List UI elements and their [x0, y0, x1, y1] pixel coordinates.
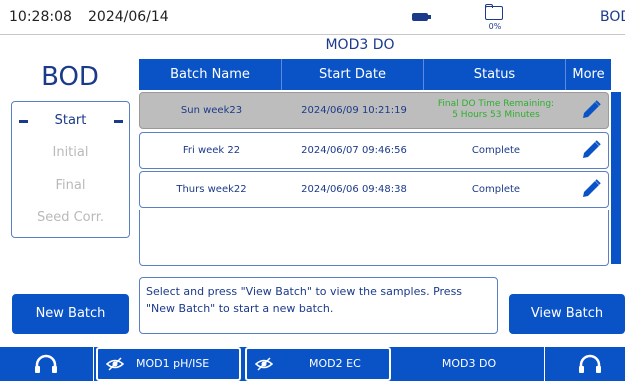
view-batch-button[interactable]: View Batch	[509, 294, 625, 334]
page-title: BOD	[41, 62, 99, 92]
tab-mod2-label: MOD2 EC	[309, 357, 361, 370]
table-row[interactable]: Sun week23 2024/06/09 10:21:19 Final DO …	[139, 92, 609, 129]
scrollbar[interactable]	[611, 92, 621, 264]
eye-hidden-icon	[255, 357, 273, 371]
step-start[interactable]: Start	[12, 110, 129, 132]
headset-right-button[interactable]	[547, 347, 625, 381]
cell-batch-name: Fri week 22	[182, 145, 241, 156]
column-header-status[interactable]: Status	[424, 59, 566, 90]
more-cell[interactable]	[567, 93, 610, 128]
nav-separator	[544, 347, 545, 381]
battery-tip	[428, 15, 431, 19]
pencil-icon[interactable]	[580, 139, 602, 161]
step-seed-corr: Seed Corr.	[36, 210, 105, 225]
clock-time: 10:28:08	[9, 9, 72, 25]
more-cell[interactable]	[567, 172, 610, 207]
headset-icon	[35, 354, 57, 373]
battery-icon	[412, 13, 428, 21]
column-header-batch-name[interactable]: Batch Name	[139, 59, 282, 90]
pencil-icon[interactable]	[580, 178, 602, 200]
cell-status: Complete	[471, 184, 521, 195]
eye-hidden-icon	[106, 357, 124, 371]
cell-start-date: 2024/06/06 09:48:38	[301, 184, 407, 195]
headset-left-button[interactable]	[0, 347, 92, 381]
app-name: BOD	[600, 9, 625, 25]
cell-start-date: 2024/06/09 10:21:19	[301, 105, 407, 116]
status-line-2: 5 Hours 53 Minutes	[452, 110, 540, 120]
module-title: MOD3 DO	[325, 37, 395, 53]
storage-percent: 0%	[488, 22, 502, 31]
cell-status: Complete	[471, 145, 521, 156]
steps-panel: Start Initial Final Seed Corr.	[11, 101, 130, 238]
nav-separator	[93, 347, 94, 381]
clock-date: 2024/06/14	[88, 9, 169, 25]
headset-icon	[579, 354, 601, 373]
tab-mod2[interactable]: MOD2 EC	[245, 347, 391, 381]
step-start-label: Start	[54, 113, 87, 128]
folder-icon[interactable]	[485, 6, 503, 20]
table-header: Batch Name Start Date Status More	[139, 59, 611, 90]
cell-batch-name: Thurs week22	[176, 184, 247, 195]
column-header-more: More	[572, 67, 605, 82]
new-batch-button[interactable]: New Batch	[12, 294, 129, 334]
dash-icon	[19, 120, 28, 123]
cell-status: Final DO Time Remaining: 5 Hours 53 Minu…	[425, 93, 567, 128]
bottom-nav: MOD1 pH/ISE MOD2 EC MOD3 DO	[0, 347, 625, 381]
dash-icon	[114, 120, 123, 123]
instruction-message: Select and press "View Batch" to view th…	[139, 277, 498, 334]
step-final: Final	[55, 178, 86, 193]
more-cell[interactable]	[567, 133, 610, 168]
tab-mod1-label: MOD1 pH/ISE	[136, 357, 210, 370]
cell-start-date: 2024/06/07 09:46:56	[301, 145, 407, 156]
step-initial: Initial	[52, 145, 89, 160]
table-row[interactable]: Thurs week22 2024/06/06 09:48:38 Complet…	[139, 171, 609, 208]
status-line-1: Final DO Time Remaining:	[437, 99, 555, 109]
cell-batch-name: Sun week23	[180, 105, 243, 116]
tab-mod1[interactable]: MOD1 pH/ISE	[96, 347, 241, 381]
tab-mod3[interactable]: MOD3 DO	[395, 347, 543, 381]
table-row[interactable]: Fri week 22 2024/06/07 09:46:56 Complete	[139, 132, 609, 169]
table-empty-area	[139, 210, 609, 266]
pencil-icon[interactable]	[580, 99, 602, 121]
column-header-start-date[interactable]: Start Date	[282, 59, 424, 90]
